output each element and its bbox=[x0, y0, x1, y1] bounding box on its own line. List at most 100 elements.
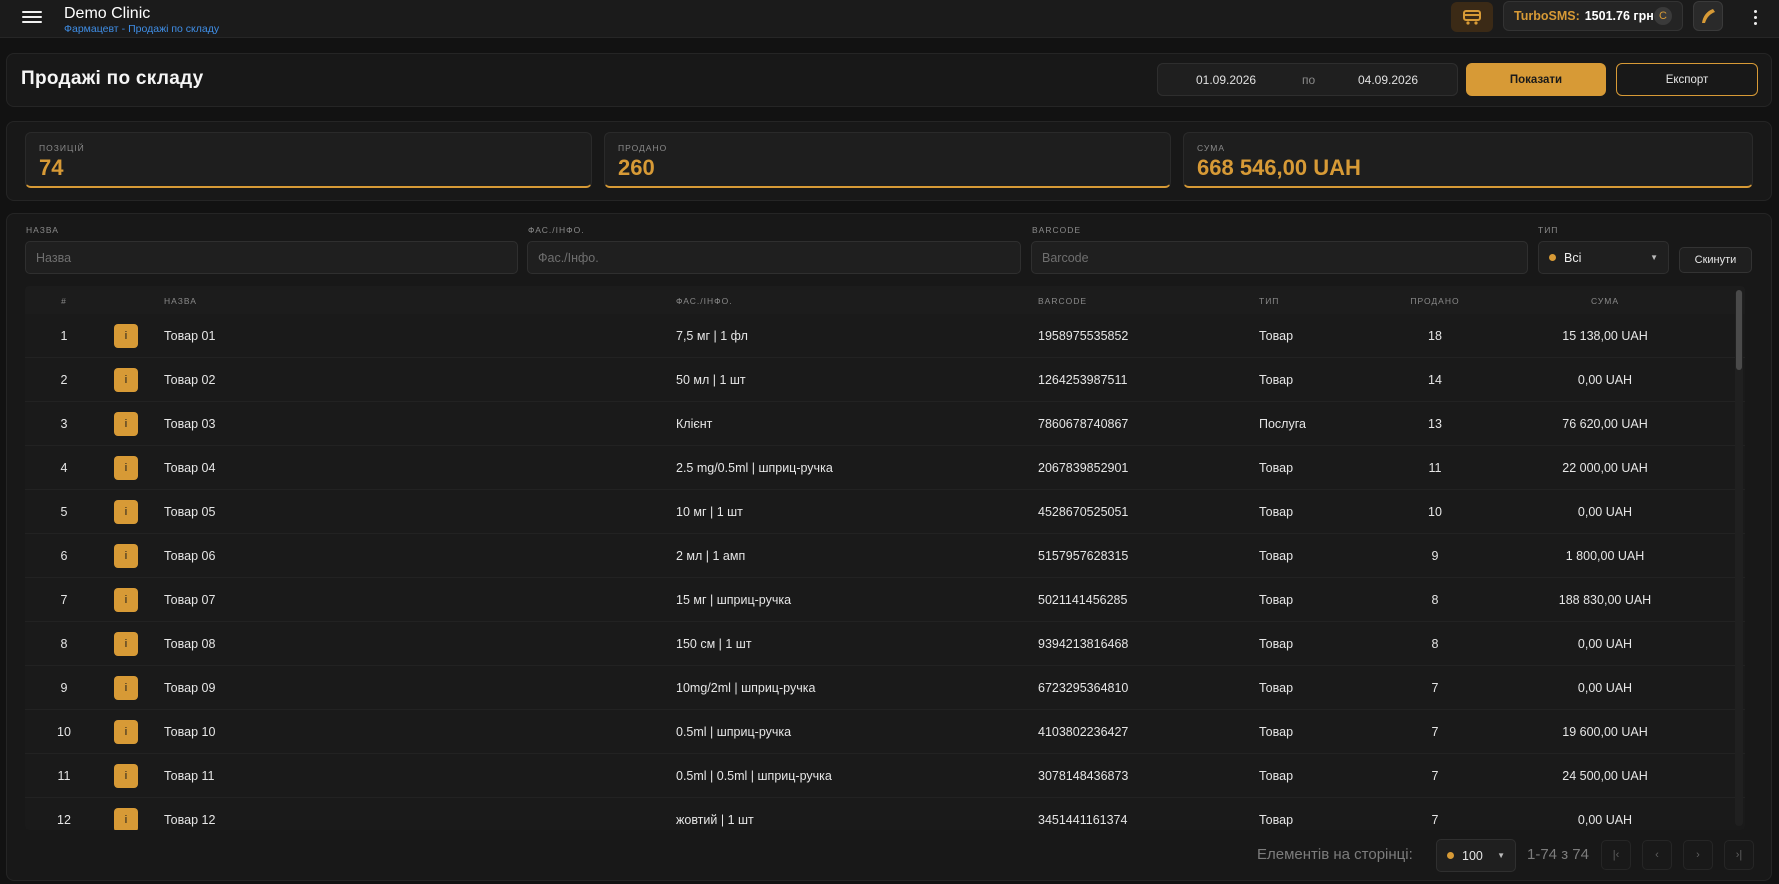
row-barcode: 2067839852901 bbox=[1038, 461, 1129, 475]
per-page-label: Елементів на сторінці: bbox=[1257, 846, 1413, 863]
row-type: Товар bbox=[1259, 461, 1294, 475]
row-num: 10 bbox=[57, 725, 71, 739]
table-row[interactable]: 4 i Товар 04 2.5 mg/0.5ml | шприц-ручка 2067… bbox=[25, 446, 1745, 490]
row-sold: 14 bbox=[1428, 373, 1442, 387]
row-pack: 50 мл | 1 шт bbox=[676, 373, 746, 387]
row-pack: 10 мг | 1 шт bbox=[676, 505, 743, 519]
col-num[interactable]: # bbox=[52, 296, 76, 306]
info-button[interactable]: i bbox=[114, 412, 138, 436]
col-name[interactable]: НАЗВА bbox=[164, 296, 197, 306]
info-button[interactable]: i bbox=[114, 588, 138, 612]
table-row[interactable]: 12 i Товар 12 жовтий | 1 шт 3451441161374 Тов… bbox=[25, 798, 1745, 830]
row-sum: 24 500,00 UAH bbox=[1562, 769, 1648, 783]
filter-barcode-input[interactable] bbox=[1031, 241, 1528, 274]
row-num: 1 bbox=[60, 329, 68, 343]
more-vertical-icon[interactable] bbox=[1747, 6, 1763, 28]
row-sum: 188 830,00 UAH bbox=[1558, 593, 1652, 607]
stat-value: 668 546,00 UAH bbox=[1197, 155, 1361, 180]
phone-button[interactable] bbox=[1693, 1, 1723, 31]
info-button[interactable]: i bbox=[114, 456, 138, 480]
date-from[interactable]: 01.09.2026 bbox=[1196, 73, 1256, 87]
prev-page-button[interactable]: ‹ bbox=[1642, 840, 1672, 870]
table-row[interactable]: 8 i Товар 08 150 см | 1 шт 9394213816468 Това… bbox=[25, 622, 1745, 666]
row-barcode: 5021141456285 bbox=[1038, 593, 1128, 607]
filter-name-input[interactable] bbox=[25, 241, 518, 274]
show-button[interactable]: Показати bbox=[1466, 63, 1606, 96]
row-sold: 8 bbox=[1431, 593, 1439, 607]
chevron-down-icon: ▼ bbox=[1650, 253, 1658, 262]
date-range-picker[interactable]: 01.09.2026 по 04.09.2026 bbox=[1157, 63, 1458, 96]
filter-type-select[interactable]: Всі ▼ bbox=[1538, 241, 1669, 274]
cart-icon bbox=[1463, 10, 1481, 25]
table-row[interactable]: 9 i Товар 09 10mg/2ml | шприц-ручка 67232953… bbox=[25, 666, 1745, 710]
breadcrumb-section[interactable]: Фармацевт bbox=[64, 23, 119, 35]
table-row[interactable]: 5 i Товар 05 10 мг | 1 шт 4528670525051 Товар… bbox=[25, 490, 1745, 534]
stat-value: 74 bbox=[39, 155, 64, 180]
info-button[interactable]: i bbox=[114, 720, 138, 744]
row-pack: 0.5ml | 0.5ml | шприц-ручка bbox=[676, 769, 832, 783]
row-sum: 15 138,00 UAH bbox=[1562, 329, 1648, 343]
info-button[interactable]: i bbox=[114, 544, 138, 568]
per-page-value: 100 bbox=[1462, 848, 1483, 863]
info-button[interactable]: i bbox=[114, 808, 138, 830]
info-button[interactable]: i bbox=[114, 368, 138, 392]
info-button[interactable]: i bbox=[114, 764, 138, 788]
table-row[interactable]: 3 i Товар 03 Клієнт 7860678740867 Послуга 13 76… bbox=[25, 402, 1745, 446]
col-barcode[interactable]: BARCODE bbox=[1038, 296, 1087, 306]
sms-currency-badge: C bbox=[1654, 7, 1672, 25]
paginator: Елементів на сторінці: 100 ▼ 1-74 з 74 |… bbox=[7, 835, 1773, 875]
export-button[interactable]: Експорт bbox=[1616, 63, 1758, 96]
scrollbar-thumb[interactable] bbox=[1736, 290, 1742, 370]
row-sum: 76 620,00 UAH bbox=[1562, 417, 1648, 431]
filter-pack-input[interactable] bbox=[527, 241, 1021, 274]
row-type: Товар bbox=[1259, 637, 1294, 651]
sms-label: TurboSMS: bbox=[1514, 9, 1580, 23]
row-sum: 0,00 UAH bbox=[1577, 681, 1633, 695]
table-row[interactable]: 7 i Товар 07 15 мг | шприц-ручка 50211414562… bbox=[25, 578, 1745, 622]
row-type: Товар bbox=[1259, 681, 1294, 695]
status-dot bbox=[1549, 254, 1556, 261]
row-num: 3 bbox=[60, 417, 68, 431]
cart-button[interactable] bbox=[1451, 2, 1493, 32]
col-sold[interactable]: ПРОДАНО bbox=[1405, 296, 1465, 306]
row-name: Товар 06 bbox=[164, 549, 216, 563]
row-type: Товар bbox=[1259, 373, 1294, 387]
chevron-down-icon: ▼ bbox=[1497, 851, 1505, 860]
row-barcode: 1958975535852 bbox=[1038, 329, 1129, 343]
phone-icon bbox=[1702, 9, 1715, 23]
row-pack: 10mg/2ml | шприц-ручка bbox=[676, 681, 816, 695]
col-pack[interactable]: ФАС./ІНФО. bbox=[676, 296, 733, 306]
row-name: Товар 09 bbox=[164, 681, 216, 695]
breadcrumb-page: Продажі по складу bbox=[128, 23, 220, 35]
col-sum[interactable]: СУМА bbox=[1535, 296, 1675, 306]
table-scrollbar[interactable] bbox=[1735, 290, 1743, 826]
filter-barcode-label: BARCODE bbox=[1032, 225, 1082, 235]
info-button[interactable]: i bbox=[114, 500, 138, 524]
reset-button[interactable]: Скинути bbox=[1679, 247, 1752, 273]
info-button[interactable]: i bbox=[114, 632, 138, 656]
table-row[interactable]: 10 i Товар 10 0.5ml | шприц-ручка 4103802236… bbox=[25, 710, 1745, 754]
next-page-button[interactable]: › bbox=[1683, 840, 1713, 870]
row-sold: 8 bbox=[1431, 637, 1439, 651]
stat-sum: СУМА 668 546,00 UAH bbox=[1183, 132, 1753, 188]
menu-icon[interactable] bbox=[20, 8, 44, 28]
date-to[interactable]: 04.09.2026 bbox=[1358, 73, 1418, 87]
col-type[interactable]: ТИП bbox=[1259, 296, 1279, 306]
table-row[interactable]: 11 i Товар 11 0.5ml | 0.5ml | шприц-ручка 30… bbox=[25, 754, 1745, 798]
first-page-button[interactable]: |‹ bbox=[1601, 840, 1631, 870]
table-row[interactable]: 1 i Товар 01 7,5 мг | 1 фл 1958975535852 Това… bbox=[25, 314, 1745, 358]
row-pack: 15 мг | шприц-ручка bbox=[676, 593, 792, 607]
sms-balance[interactable]: TurboSMS: 1501.76 грн C bbox=[1503, 1, 1683, 31]
row-type: Товар bbox=[1259, 769, 1294, 783]
last-page-button[interactable]: ›| bbox=[1724, 840, 1754, 870]
info-button[interactable]: i bbox=[114, 676, 138, 700]
row-sold: 13 bbox=[1428, 417, 1442, 431]
table-row[interactable]: 2 i Товар 02 50 мл | 1 шт 1264253987511 Товар… bbox=[25, 358, 1745, 402]
per-page-select[interactable]: 100 ▼ bbox=[1436, 839, 1516, 872]
row-sold: 11 bbox=[1428, 461, 1442, 475]
info-button[interactable]: i bbox=[114, 324, 138, 348]
table-row[interactable]: 6 i Товар 06 2 мл | 1 амп 5157957628315 Товар… bbox=[25, 534, 1745, 578]
row-barcode: 7860678740867 bbox=[1038, 417, 1129, 431]
row-num: 12 bbox=[57, 813, 71, 827]
row-sold: 7 bbox=[1431, 681, 1439, 695]
